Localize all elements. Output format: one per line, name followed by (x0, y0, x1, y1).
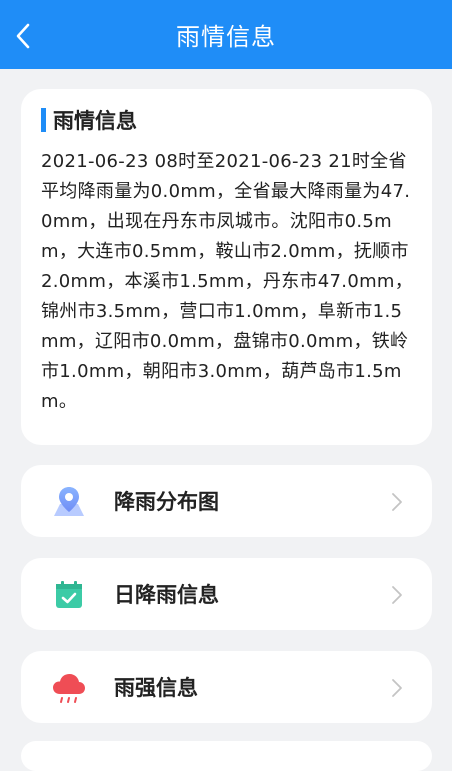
app-header: 雨情信息 (0, 0, 452, 69)
chevron-right-icon (392, 586, 402, 604)
back-button[interactable] (8, 18, 38, 54)
accent-bar (41, 108, 46, 132)
menu-item-daily-rainfall[interactable]: 日降雨信息 (21, 558, 432, 630)
map-pin-icon (51, 484, 87, 520)
calendar-check-icon (51, 577, 87, 613)
menu-item-rain-intensity[interactable]: 雨强信息 (21, 651, 432, 723)
menu-item-rain-distribution-map[interactable]: 降雨分布图 (21, 465, 432, 537)
section-header: 雨情信息 (41, 105, 414, 135)
chevron-right-icon (392, 679, 402, 697)
menu-item-label: 日降雨信息 (114, 583, 219, 607)
rain-summary-text: 2021-06-23 08时至2021-06-23 21时全省平均降雨量为0.0… (41, 151, 414, 412)
menu-item-partial[interactable] (21, 741, 432, 771)
rain-summary-card: 雨情信息 2021-06-23 08时至2021-06-23 21时全省平均降雨… (21, 89, 432, 445)
page-title: 雨情信息 (176, 23, 276, 51)
rain-cloud-icon (51, 670, 87, 706)
chevron-right-icon (392, 493, 402, 511)
menu-item-label: 雨强信息 (114, 676, 198, 700)
section-title: 雨情信息 (53, 109, 137, 133)
chevron-left-icon (16, 23, 30, 49)
menu-item-label: 降雨分布图 (114, 490, 219, 514)
